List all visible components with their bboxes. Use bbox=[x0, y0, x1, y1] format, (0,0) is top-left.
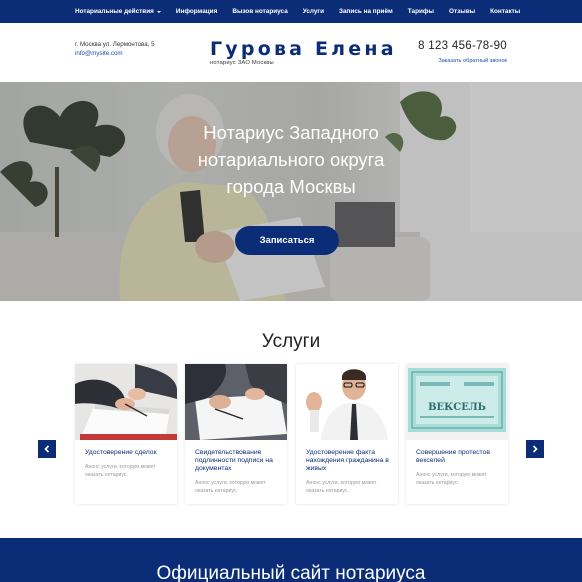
service-card[interactable]: ВЕКСЕЛЬ Совершение протестов векселей Ан… bbox=[406, 364, 508, 504]
carousel-next-button[interactable] bbox=[526, 440, 544, 458]
services-heading: Услуги bbox=[261, 331, 321, 352]
nav-item-services[interactable]: Услуги bbox=[303, 8, 324, 15]
nav-item-information[interactable]: Информация bbox=[176, 8, 217, 15]
service-card-description: Анонс услуги, которую может оказать нота… bbox=[195, 480, 266, 494]
hero-banner: Нотариус Западного нотариального округа … bbox=[0, 82, 582, 301]
contact-info: г. Москва ул. Лермонтова, 5 info@mysite.… bbox=[75, 41, 155, 58]
bill-word: ВЕКСЕЛЬ bbox=[428, 402, 486, 413]
nav-item-contacts[interactable]: Контакты bbox=[490, 8, 520, 15]
banner-title: Официальный сайт нотариуса bbox=[156, 563, 426, 582]
hero-title-line: нотариального округа bbox=[197, 149, 385, 170]
callback-link[interactable]: Заказать обратный звонок bbox=[418, 58, 507, 64]
nav-item-label: Услуги bbox=[302, 8, 324, 15]
nav-item-appointment[interactable]: Запись на приём bbox=[339, 8, 393, 15]
chevron-left-icon bbox=[44, 445, 50, 453]
nav-item-label: Отзывы bbox=[448, 8, 476, 15]
service-card-title[interactable]: Совершение протестов векселей bbox=[416, 449, 504, 465]
brand-name: Гурова Елена bbox=[210, 38, 397, 60]
service-card[interactable]: Свидетельствование подлинности подписи н… bbox=[185, 364, 287, 504]
phone-block: 8 123 456-78-90 Заказать обратный звонок bbox=[418, 40, 507, 64]
service-image-signature bbox=[185, 364, 287, 440]
address-text: г. Москва ул. Лермонтова, 5 bbox=[75, 41, 155, 48]
brand-subtitle: нотариус ЗАО Москвы bbox=[210, 60, 274, 66]
carousel-prev-button[interactable] bbox=[38, 440, 56, 458]
service-card-title[interactable]: Удостоверение сделок bbox=[85, 449, 173, 457]
chevron-right-icon bbox=[532, 445, 538, 453]
nav-item-label: Нотариальные действия bbox=[75, 8, 154, 15]
hero-title-line: Нотариус Западного bbox=[203, 122, 379, 143]
nav-item-label: Тарифы bbox=[407, 8, 434, 15]
service-image-contract-signing bbox=[75, 364, 177, 440]
nav-item-label: Информация bbox=[175, 8, 218, 15]
service-card-description: Анонс услуги, которую может оказать нота… bbox=[306, 480, 377, 494]
service-card-description: Анонс услуги, которую может оказать нота… bbox=[416, 472, 487, 486]
page: Нотариальные действия Информация Вызов н… bbox=[0, 0, 582, 582]
hero-title-line: города Москвы bbox=[226, 176, 356, 197]
site-logo[interactable]: Гурова Елена нотариус ЗАО Москвы bbox=[210, 38, 397, 66]
nav-item-label: Контакты bbox=[490, 8, 521, 15]
service-card-title[interactable]: Свидетельствование подлинности подписи н… bbox=[195, 449, 283, 473]
service-image-promissory-note: ВЕКСЕЛЬ bbox=[406, 364, 508, 440]
email-link[interactable]: info@mysite.com bbox=[75, 50, 155, 59]
nav-item-label: Вызов нотариуса bbox=[232, 8, 288, 15]
nav-item-notarial-actions[interactable]: Нотариальные действия bbox=[75, 8, 161, 15]
top-navigation: Нотариальные действия Информация Вызов н… bbox=[0, 0, 582, 23]
nav-item-label: Запись на приём bbox=[339, 8, 393, 15]
nav-item-reviews[interactable]: Отзывы bbox=[449, 8, 475, 15]
service-card[interactable]: Удостоверение факта нахождения гражданин… bbox=[296, 364, 398, 504]
phone-number[interactable]: 8 123 456-78-90 bbox=[418, 40, 507, 52]
service-card[interactable]: Удостоверение сделок Анонс услуги, котор… bbox=[75, 364, 177, 504]
site-header: г. Москва ул. Лермонтова, 5 info@mysite.… bbox=[0, 23, 582, 82]
hero-title: Нотариус Западного нотариального округа … bbox=[0, 119, 582, 200]
signup-button[interactable]: Записаться bbox=[235, 226, 339, 255]
nav-item-tariffs[interactable]: Тарифы bbox=[408, 8, 434, 15]
service-card-description: Анонс услуги, которую может оказать нота… bbox=[85, 464, 156, 478]
chevron-down-icon bbox=[156, 10, 161, 13]
service-image-man-ok-gesture bbox=[296, 364, 398, 440]
official-site-banner: Официальный сайт нотариуса bbox=[0, 538, 582, 582]
nav-item-call-notary[interactable]: Вызов нотариуса bbox=[232, 8, 287, 15]
service-card-title[interactable]: Удостоверение факта нахождения гражданин… bbox=[306, 449, 394, 473]
